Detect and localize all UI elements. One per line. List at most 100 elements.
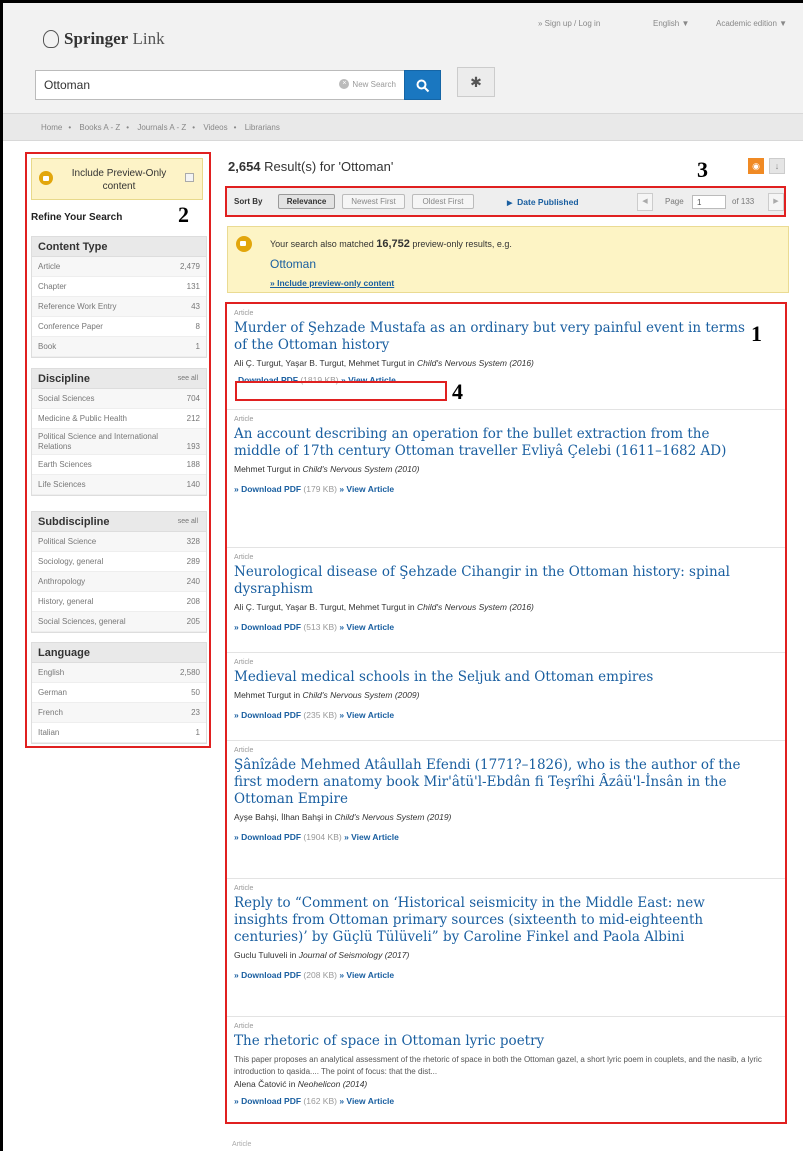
download-pdf-link[interactable]: » Download PDF xyxy=(234,970,301,980)
facet-item[interactable]: Sociology, general 289 xyxy=(32,552,206,572)
results-count-heading: 2,654 Result(s) for 'Ottoman' xyxy=(228,159,394,174)
facet-item[interactable]: Medicine & Public Health 212 xyxy=(32,409,206,429)
result-title-link[interactable]: Medieval medical schools in the Seljuk a… xyxy=(234,669,754,686)
facet-item[interactable]: Chapter 131 xyxy=(32,277,206,297)
facet-item[interactable]: Life Sciences 140 xyxy=(32,475,206,495)
view-article-link[interactable]: » View Article xyxy=(339,710,394,720)
result-authors: Ayşe Bahşi, İlhan Bahşi in Child's Nervo… xyxy=(234,812,452,822)
facet-item[interactable]: German 50 xyxy=(32,683,206,703)
result-title-link[interactable]: Şânîzâde Mehmed Atâullah Efendi (1771?–1… xyxy=(234,757,754,808)
download-pdf-link[interactable]: » Download PDF xyxy=(234,622,301,632)
preview-notice: Your search also matched 16,752 preview-… xyxy=(227,226,789,293)
sort-by-label: Sort By xyxy=(234,197,263,206)
facet-subdiscipline: Subdiscipline see all Political Science 32… xyxy=(31,511,207,633)
include-preview-toggle[interactable]: Include Preview-Only content xyxy=(31,158,203,200)
nav-home[interactable]: Home xyxy=(41,123,62,132)
nav-librarians[interactable]: Librarians xyxy=(245,123,280,132)
result-type: Article xyxy=(234,659,254,666)
annotation-number-1: 1 xyxy=(751,321,762,346)
download-pdf-link[interactable]: » Download PDF xyxy=(234,832,301,842)
facet-item[interactable]: Political Science 328 xyxy=(32,532,206,552)
see-all-link[interactable]: see all xyxy=(178,369,198,389)
facet-item[interactable]: Social Sciences 704 xyxy=(32,389,206,409)
springerlink-logo[interactable]: Springer Link xyxy=(43,29,165,49)
sort-relevance-button[interactable]: Relevance xyxy=(278,194,335,209)
facet-item[interactable]: Book 1 xyxy=(32,337,206,357)
next-page-button[interactable]: ▶ xyxy=(768,193,784,211)
nav-books[interactable]: Books A - Z xyxy=(79,123,120,132)
result-authors: Ali Ç. Turgut, Yaşar B. Turgut, Mehmet T… xyxy=(234,358,534,368)
new-search-button[interactable]: × New Search xyxy=(339,79,396,89)
breadcrumb-nav: Home • Books A - Z • Journals A - Z • Video… xyxy=(3,113,803,141)
view-article-link[interactable]: » View Article xyxy=(344,832,399,842)
result-item: Article An account describing an operati… xyxy=(227,410,785,548)
sort-newest-button[interactable]: Newest First xyxy=(342,194,405,209)
result-title-link[interactable]: Neurological disease of Şehzade Cihangir… xyxy=(234,564,754,598)
facet-item[interactable]: Italian 1 xyxy=(32,723,206,743)
clear-icon: × xyxy=(339,79,350,89)
sign-in-link[interactable]: » Sign up / Log in xyxy=(538,19,600,28)
sort-bar: Sort By Relevance Newest First Oldest Fi… xyxy=(225,186,786,217)
search-input[interactable] xyxy=(36,71,316,99)
facet-item[interactable]: Social Sciences, general 205 xyxy=(32,612,206,632)
download-pdf-link[interactable]: » Download PDF xyxy=(234,484,301,494)
page-number-input[interactable] xyxy=(692,195,726,209)
page-label: Page xyxy=(665,197,684,206)
result-title-link[interactable]: Reply to “Comment on ‘Historical seismic… xyxy=(234,895,754,946)
result-authors: Mehmet Turgut in Child's Nervous System … xyxy=(234,690,420,700)
result-links: » Download PDF (513 KB) » View Article xyxy=(234,622,395,632)
result-title-link[interactable]: Murder of Şehzade Mustafa as an ordinary… xyxy=(234,320,754,354)
download-results-button[interactable]: ↓ xyxy=(769,158,785,174)
facet-item[interactable]: History, general 208 xyxy=(32,592,206,612)
result-links: » Download PDF (162 KB) » View Article xyxy=(234,1096,395,1106)
view-article-link[interactable]: » View Article xyxy=(339,970,394,980)
preview-example-link[interactable]: Ottoman xyxy=(270,257,316,271)
nav-journals[interactable]: Journals A - Z xyxy=(137,123,186,132)
pagination: ◀ Page of 133 ▶ xyxy=(637,193,784,211)
facet-title: Discipline see all xyxy=(32,369,206,389)
prev-page-button[interactable]: ◀ xyxy=(637,193,653,211)
facet-item[interactable]: Article 2,479 xyxy=(32,257,206,277)
new-search-label: New Search xyxy=(352,79,396,89)
search-box: × New Search xyxy=(35,70,405,100)
nav-videos[interactable]: Videos xyxy=(203,123,227,132)
result-type: Article xyxy=(234,310,254,317)
result-type: Article xyxy=(234,554,254,561)
preview-label: Include Preview-Only content xyxy=(71,168,167,192)
notice-text: Your search also matched 16,752 preview-… xyxy=(270,238,512,250)
result-item: Article Reply to “Comment on ‘Historical… xyxy=(227,879,785,1017)
download-highlight-box xyxy=(235,381,447,401)
download-pdf-link[interactable]: » Download PDF xyxy=(234,1096,301,1106)
facet-item[interactable]: Earth Sciences 188 xyxy=(32,455,206,475)
download-icon: ↓ xyxy=(774,161,780,171)
rss-feed-button[interactable]: ◉ xyxy=(748,158,764,174)
edition-select[interactable]: Academic edition ▼ xyxy=(716,19,787,28)
view-article-link[interactable]: » View Article xyxy=(339,1096,394,1106)
search-icon xyxy=(416,79,430,93)
see-all-link[interactable]: see all xyxy=(178,512,198,532)
facet-title: Language xyxy=(32,643,206,663)
view-article-link[interactable]: » View Article xyxy=(339,484,394,494)
preview-checkbox[interactable] xyxy=(185,173,194,182)
facet-item[interactable]: English 2,580 xyxy=(32,663,206,683)
search-button[interactable] xyxy=(404,70,441,100)
facet-item[interactable]: Anthropology 240 xyxy=(32,572,206,592)
facet-item[interactable]: Conference Paper 8 xyxy=(32,317,206,337)
facet-item[interactable]: French 23 xyxy=(32,703,206,723)
facet-title: Content Type xyxy=(32,237,206,257)
result-title-link[interactable]: An account describing an operation for t… xyxy=(234,426,754,460)
result-title-link[interactable]: The rhetoric of space in Ottoman lyric p… xyxy=(234,1033,754,1050)
facet-title: Subdiscipline see all xyxy=(32,512,206,532)
facet-item[interactable]: Reference Work Entry 43 xyxy=(32,297,206,317)
download-pdf-link[interactable]: » Download PDF xyxy=(234,710,301,720)
sort-oldest-button[interactable]: Oldest First xyxy=(412,194,474,209)
include-preview-link[interactable]: » Include preview-only content xyxy=(270,278,394,288)
settings-button[interactable]: ✱ xyxy=(457,67,495,97)
view-article-link[interactable]: » View Article xyxy=(339,622,394,632)
page-total: of 133 xyxy=(732,197,755,206)
date-published-filter[interactable]: ▶ Date Published xyxy=(507,197,579,207)
result-authors: Alena Čatović in Neohelicon (2014) xyxy=(234,1079,368,1089)
refine-sidebar: Include Preview-Only content Refine Your… xyxy=(25,152,211,748)
language-select[interactable]: English ▼ xyxy=(653,19,689,28)
facet-item[interactable]: Political Science and International Rela… xyxy=(32,429,206,455)
